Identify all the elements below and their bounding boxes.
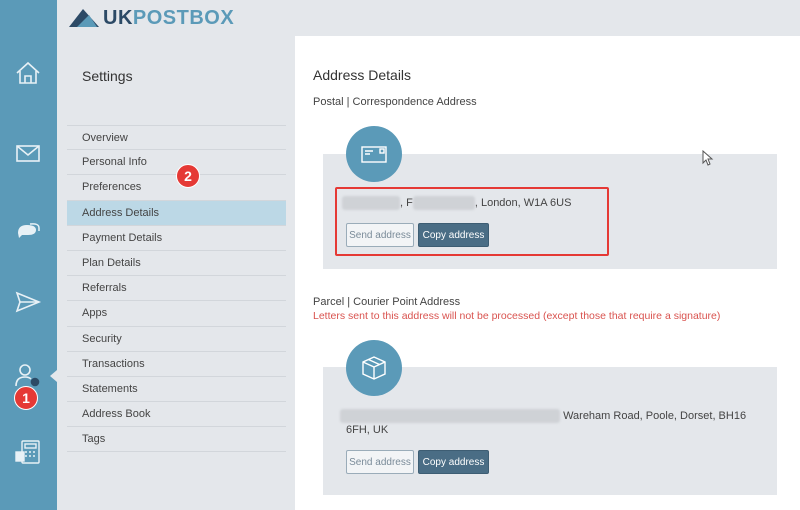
send-icon[interactable] — [12, 286, 44, 318]
parcel-address: Wareham Road, Poole, Dorset, BH16 6FH, U… — [340, 409, 780, 437]
parcel-address-line2: 6FH, UK — [346, 424, 389, 437]
parcel-warning: Letters sent to this address will not be… — [313, 310, 721, 322]
parcel-address-line1: Wareham Road, Poole, Dorset, BH16 — [563, 410, 747, 422]
letter-icon — [346, 126, 402, 182]
mail-icon[interactable] — [12, 137, 44, 169]
logo-icon — [69, 9, 99, 27]
logo[interactable]: UKPOSTBOX — [69, 7, 234, 29]
parcel-icon — [346, 340, 402, 396]
parcel-copy-address-button[interactable]: Copy address — [418, 450, 489, 474]
redacted-text — [340, 409, 560, 424]
page-title: Address Details — [313, 67, 412, 83]
sidebar-item-address-details[interactable]: Address Details — [67, 200, 286, 226]
sidebar-item-tags[interactable]: Tags — [67, 427, 286, 453]
icon-rail — [0, 0, 57, 510]
logo-text-uk: UK — [103, 7, 133, 29]
sidebar-item-plan-details[interactable]: Plan Details — [67, 251, 286, 277]
sidebar-item-security[interactable]: Security — [67, 327, 286, 352]
chat-icon[interactable] — [12, 213, 44, 245]
parcel-section-label: Parcel | Courier Point Address — [313, 296, 461, 308]
sidebar-item-referrals[interactable]: Referrals — [67, 276, 286, 302]
home-icon[interactable] — [12, 57, 44, 89]
sidebar-item-overview[interactable]: Overview — [67, 125, 286, 151]
highlight-box — [335, 187, 609, 256]
mouse-cursor-icon — [702, 150, 714, 166]
sidebar-item-address-book[interactable]: Address Book — [67, 402, 286, 428]
logo-text-postbox: POSTBOX — [132, 7, 235, 29]
calculator-icon[interactable] — [12, 436, 44, 468]
sidebar-item-transactions[interactable]: Transactions — [67, 352, 286, 377]
settings-title: Settings — [82, 68, 133, 84]
step-badge-1: 1 — [14, 386, 38, 410]
sidebar-item-payment-details[interactable]: Payment Details — [67, 226, 286, 251]
sidebar-item-apps[interactable]: Apps — [67, 301, 286, 327]
parcel-send-address-button[interactable]: Send address — [346, 450, 414, 474]
step-badge-2: 2 — [176, 164, 200, 188]
active-caret — [50, 370, 57, 382]
sidebar-item-statements[interactable]: Statements — [67, 377, 286, 403]
postal-section-label: Postal | Correspondence Address — [313, 96, 477, 108]
settings-sidebar: Settings Overview Personal Info Preference… — [57, 36, 295, 510]
header: UKPOSTBOX — [57, 0, 800, 36]
